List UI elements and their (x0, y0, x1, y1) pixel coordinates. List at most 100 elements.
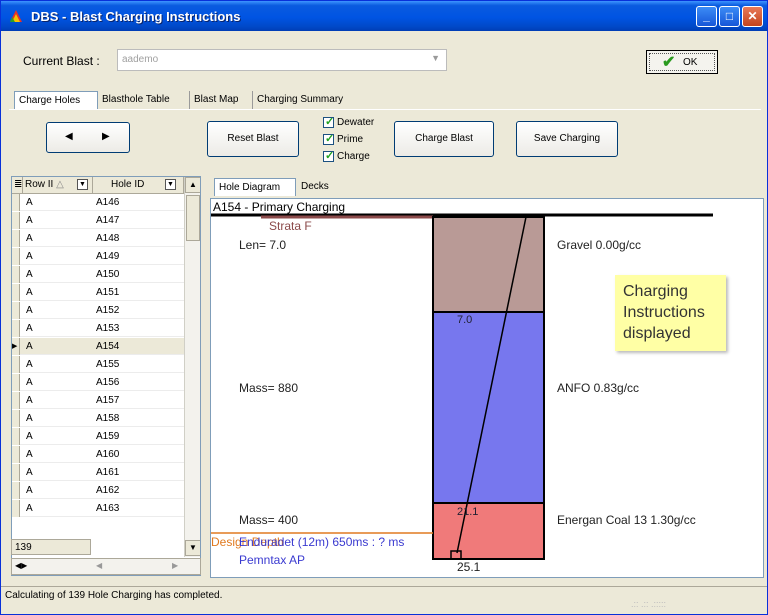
row-cell: A (26, 377, 33, 388)
hole-id-cell: A155 (96, 359, 120, 370)
current-blast-value: aademo (122, 54, 159, 65)
main-window: DBS - Blast Charging Instructions _ □ ✕ … (0, 0, 768, 615)
grid-horizontal-scrollbar[interactable]: ◀▶ ◀ ▶ (11, 558, 201, 575)
hole-navigator[interactable]: ◀ ▶ (46, 122, 130, 153)
row-indicator[interactable] (12, 284, 20, 301)
depth-label: 25.1 (457, 560, 481, 574)
hole-id-cell: A151 (96, 287, 120, 298)
row-cell: A (26, 215, 33, 226)
ok-button-label: OK (683, 57, 698, 68)
check-icon: ✓ (325, 116, 335, 128)
deck-3-right-label: Energan Coal 13 1.30g/cc (557, 513, 696, 527)
table-row[interactable]: A A155 (12, 356, 184, 373)
maximize-icon[interactable]: □ (719, 6, 740, 27)
table-row[interactable]: A A146 (12, 194, 184, 211)
scroll-left-icon[interactable]: ◀▶ (15, 561, 27, 570)
deck-2-left-label: Mass= 880 (239, 381, 299, 395)
reset-blast-button[interactable]: Reset Blast (207, 121, 299, 157)
row-indicator[interactable] (12, 302, 20, 319)
filter-dropdown-icon[interactable]: ▼ (165, 179, 176, 190)
table-row[interactable]: A A153 (12, 320, 184, 337)
table-row[interactable]: A A163 (12, 500, 184, 517)
tab-charge-holes[interactable]: Charge Holes (14, 91, 98, 110)
prime-checkbox[interactable]: ✓ Prime (323, 133, 364, 146)
hole-id-cell: A163 (96, 503, 120, 514)
row-indicator[interactable] (12, 374, 20, 391)
row-cell: A (26, 251, 33, 262)
hole-id-cell: A149 (96, 251, 120, 262)
ok-button[interactable]: ✔ OK (646, 50, 718, 74)
table-row[interactable]: A A158 (12, 410, 184, 427)
row-indicator[interactable] (12, 230, 20, 247)
hole-id-cell: A156 (96, 377, 120, 388)
minimize-icon[interactable]: _ (696, 6, 717, 27)
table-row[interactable]: A A159 (12, 428, 184, 445)
row-cell: A (26, 503, 33, 514)
table-row[interactable]: A A149 (12, 248, 184, 265)
row-cell: A (26, 323, 33, 334)
row-indicator[interactable] (12, 248, 20, 265)
row-indicator[interactable] (12, 392, 20, 409)
current-blast-select[interactable]: aademo ▼ (117, 49, 447, 71)
row-indicator[interactable] (12, 446, 20, 463)
tab-charging-summary[interactable]: Charging Summary (253, 91, 353, 110)
table-row[interactable]: A A162 (12, 482, 184, 499)
prime-label: Prime (337, 134, 364, 146)
row-cell: A (26, 305, 33, 316)
hole-id-cell: A161 (96, 467, 120, 478)
scroll-right-icon[interactable]: ▶ (172, 561, 178, 570)
table-row[interactable]: ▶ A A154 (12, 338, 184, 355)
row-indicator[interactable] (12, 356, 20, 373)
column-row[interactable]: Row II △ ▼ (23, 177, 93, 194)
depth-label: 7.0 (457, 314, 473, 326)
row-cell: A (26, 287, 33, 298)
scroll-up-icon[interactable]: ▲ (185, 177, 200, 193)
charge-checkbox[interactable]: ✓ Charge (323, 150, 370, 162)
row-indicator[interactable] (12, 428, 20, 445)
row-indicator[interactable] (12, 482, 20, 499)
row-cell: A (26, 233, 33, 244)
dewater-checkbox[interactable]: ✓ Dewater (323, 116, 375, 129)
dewater-label: Dewater (337, 117, 375, 129)
table-row[interactable]: A A156 (12, 374, 184, 391)
next-arrow-icon[interactable]: ▶ (102, 131, 110, 142)
table-row[interactable]: A A151 (12, 284, 184, 301)
app-logo-icon (10, 10, 22, 22)
row-indicator[interactable] (12, 410, 20, 427)
status-text: Calculating of 139 Hole Charging has com… (5, 590, 223, 601)
strata-label: Strata F (269, 219, 312, 233)
table-row[interactable]: A A147 (12, 212, 184, 229)
scroll-left-icon[interactable]: ◀ (96, 561, 102, 570)
column-hole-id[interactable]: Hole ID ▼ (93, 177, 184, 194)
close-icon[interactable]: ✕ (742, 6, 763, 27)
tab-decks[interactable]: Decks (297, 178, 337, 196)
tab-blast-map[interactable]: Blast Map (190, 91, 253, 110)
table-row[interactable]: A A160 (12, 446, 184, 463)
title-bar: DBS - Blast Charging Instructions _ □ ✕ (1, 1, 767, 31)
row-indicator[interactable] (12, 266, 20, 283)
row-indicator[interactable] (12, 320, 20, 337)
grid-vertical-scrollbar[interactable]: ▲ ▼ (184, 177, 200, 557)
hole-id-cell: A157 (96, 395, 120, 406)
table-row[interactable]: A A161 (12, 464, 184, 481)
charge-blast-button[interactable]: Charge Blast (394, 121, 494, 157)
row-indicator[interactable] (12, 500, 20, 517)
filter-dropdown-icon[interactable]: ▼ (77, 179, 88, 190)
previous-arrow-icon[interactable]: ◀ (65, 131, 73, 142)
save-charging-button[interactable]: Save Charging (516, 121, 618, 157)
table-row[interactable]: A A152 (12, 302, 184, 319)
tab-hole-diagram[interactable]: Hole Diagram (214, 178, 296, 196)
table-row[interactable]: A A148 (12, 230, 184, 247)
column-chooser-icon[interactable]: ≣ (12, 177, 23, 194)
row-indicator[interactable] (12, 464, 20, 481)
hole-id-cell: A158 (96, 413, 120, 424)
table-row[interactable]: A A157 (12, 392, 184, 409)
hole-id-cell: A148 (96, 233, 120, 244)
table-row[interactable]: A A150 (12, 266, 184, 283)
scroll-down-icon[interactable]: ▼ (185, 540, 200, 556)
scroll-thumb[interactable] (186, 195, 200, 241)
row-indicator[interactable]: ▶ (12, 338, 20, 355)
row-indicator[interactable] (12, 194, 20, 211)
row-indicator[interactable] (12, 212, 20, 229)
tab-blasthole-table[interactable]: Blasthole Table (98, 91, 190, 110)
